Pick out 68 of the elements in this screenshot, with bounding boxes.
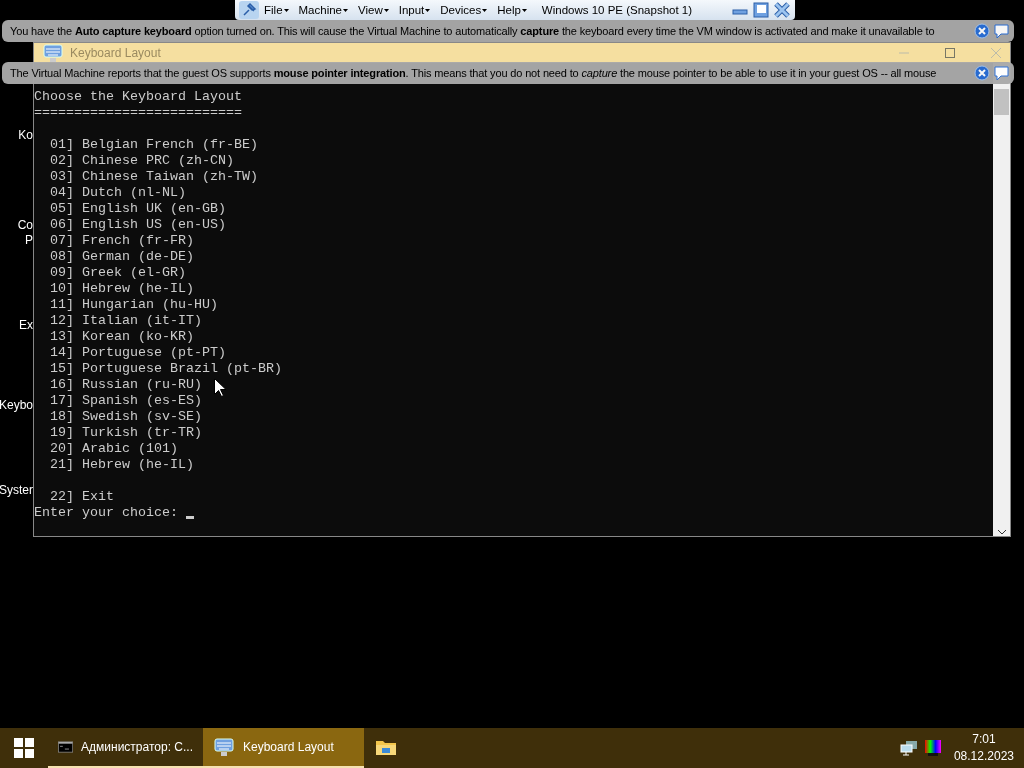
- speech-bubble-icon[interactable]: [994, 23, 1010, 39]
- menu-option: 11] Hungarian (hu-HU): [34, 297, 218, 313]
- notification-text: You have the Auto capture keyboard option turned on. This will cause the Virtual Machine to automatically capture the keyboard every time the VM window is activated and make it unavailable to: [10, 25, 936, 37]
- console-rule: ==========================: [34, 105, 242, 121]
- menu-option: 18] Swedish (sv-SE): [34, 409, 202, 425]
- menu-option: 13] Korean (ko-KR): [34, 329, 194, 345]
- menu-item[interactable]: View: [353, 4, 394, 16]
- maximize-icon[interactable]: [944, 47, 956, 59]
- menu-option: 06] English US (en-US): [34, 217, 226, 233]
- menu-item[interactable]: Help: [492, 4, 532, 16]
- keyboard-icon: [42, 43, 64, 63]
- menu-option: 15] Portuguese Brazil (pt-BR): [34, 361, 282, 377]
- close-icon[interactable]: [974, 65, 990, 81]
- color-display-icon[interactable]: [923, 739, 942, 757]
- console-icon: [58, 739, 74, 755]
- desktop-icon-label[interactable]: Co P: [17, 218, 33, 248]
- menu-option: 03] Chinese Taiwan (zh-TW): [34, 169, 258, 185]
- menu-item[interactable]: Devices: [435, 4, 493, 16]
- menu-option: 04] Dutch (nl-NL): [34, 185, 186, 201]
- folder-icon: [375, 738, 397, 756]
- menu-option: 16] Russian (ru-RU): [34, 377, 202, 393]
- scrollbar-thumb[interactable]: [994, 89, 1009, 115]
- clock[interactable]: 7:01 08.12.2023: [953, 731, 1014, 765]
- keyboard-icon: [213, 737, 235, 757]
- console-heading: Choose the Keyboard Layout: [34, 89, 242, 105]
- scroll-down-icon[interactable]: [996, 528, 1007, 536]
- menu-option: 08] German (de-DE): [34, 249, 194, 265]
- desktop-icon-label[interactable]: Keybo: [0, 398, 33, 413]
- window-title: Keyboard Layout: [70, 46, 161, 60]
- desktop-icon-label[interactable]: Syster: [0, 483, 33, 498]
- menu-option: 07] French (fr-FR): [34, 233, 194, 249]
- caret-icon: [383, 8, 389, 12]
- clock-date: 08.12.2023: [953, 748, 1014, 765]
- menu-item[interactable]: Machine: [293, 4, 353, 16]
- caret-icon: [343, 8, 348, 12]
- text-cursor: [185, 516, 194, 519]
- windows-logo-icon: [14, 738, 34, 758]
- menu-option: 10] Hebrew (he-IL): [34, 281, 194, 297]
- menu-option: 17] Spanish (es-ES): [34, 393, 202, 409]
- menu-item[interactable]: File: [259, 4, 294, 16]
- menu-option: 09] Greek (el-GR): [34, 265, 186, 281]
- close-icon[interactable]: [773, 1, 791, 19]
- menu-option: 21] Hebrew (he-IL): [34, 457, 194, 473]
- clock-time: 7:01: [972, 731, 996, 748]
- notification-text: The Virtual Machine reports that the guest OS supports mouse pointer integration. This means that you do not need to capture the mouse pointer to be able to use it in your guest OS -- all mouse: [10, 67, 938, 79]
- network-icon[interactable]: [899, 740, 918, 756]
- console-prompt: Enter your choice:: [34, 505, 178, 520]
- desktop-icon-label[interactable]: Ko: [18, 128, 33, 143]
- desktop-icon-label[interactable]: Ex: [19, 318, 33, 333]
- close-icon[interactable]: [974, 23, 990, 39]
- caret-icon: [283, 8, 289, 12]
- menu-option: 20] Arabic (101): [34, 441, 178, 457]
- caret-icon: [482, 8, 488, 12]
- caret-icon: [425, 8, 431, 12]
- menu-option: 01] Belgian French (fr-BE): [34, 137, 258, 153]
- caret-icon: [521, 8, 527, 12]
- menu-option: 19] Turkish (tr-TR): [34, 425, 202, 441]
- vm-title: Windows 10 PE (Snapshot 1): [541, 4, 694, 16]
- menu-option: 22] Exit: [34, 489, 114, 505]
- menu-option: 12] Italian (it-IT): [34, 313, 202, 329]
- menu-option: 05] English UK (en-GB): [34, 201, 226, 217]
- taskbar-button[interactable]: Keyboard Layout: [203, 728, 364, 768]
- menu-option: 02] Chinese PRC (zh-CN): [34, 153, 234, 169]
- menu-item[interactable]: Input: [393, 4, 436, 16]
- menu-option: 14] Portuguese (pt-PT): [34, 345, 226, 361]
- mouse-pointer-icon: [214, 378, 226, 397]
- speech-bubble-icon[interactable]: [994, 65, 1010, 81]
- restore-icon[interactable]: [752, 1, 770, 19]
